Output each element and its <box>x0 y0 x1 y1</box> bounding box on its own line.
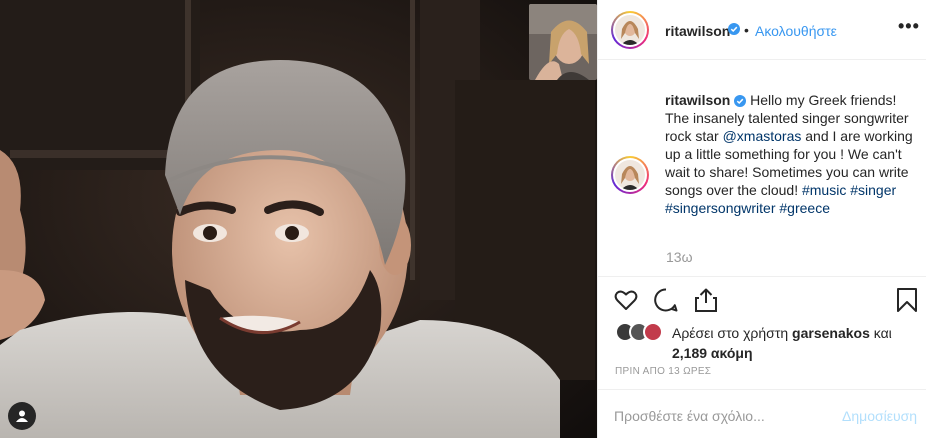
profile-avatar[interactable] <box>611 11 649 49</box>
likes-middle: και <box>869 325 892 341</box>
hashtag-link[interactable]: #greece <box>779 200 830 216</box>
post-date[interactable]: ΠΡΙΝ ΑΠΟ 13 ΩΡΕΣ <box>615 366 711 377</box>
liker-avatar[interactable] <box>643 322 663 342</box>
post-header: ritawilson • Ακολουθήστε ••• <box>598 0 926 60</box>
likes-prefix: Αρέσει στο χρήστη <box>672 325 793 341</box>
caption-username[interactable]: ritawilson <box>665 92 730 108</box>
header-separator: • <box>744 22 749 38</box>
hashtag-link[interactable]: #music <box>802 182 846 198</box>
comment-icon[interactable] <box>653 287 679 313</box>
comment-input[interactable] <box>614 406 834 426</box>
verified-icon <box>734 95 747 107</box>
pip-video-thumbnail <box>529 4 597 80</box>
video-call-photo <box>0 0 597 438</box>
post-side-panel: ritawilson • Ακολουθήστε ••• ritawilson … <box>597 0 926 438</box>
tagged-user-icon <box>16 410 28 422</box>
hashtag-link[interactable]: #singer <box>850 182 896 198</box>
verified-icon <box>728 23 740 35</box>
comment-bar: Δημοσίευση <box>598 389 926 438</box>
liker-username[interactable]: garsenakos <box>792 325 870 341</box>
header-username[interactable]: ritawilson <box>665 23 730 39</box>
likes-count[interactable]: 2,189 ακόμη <box>672 345 753 361</box>
more-options-button[interactable]: ••• <box>898 16 920 37</box>
post-comment-button[interactable]: Δημοσίευση <box>842 408 917 424</box>
caption-text: ritawilson Hello my Greek friends! The i… <box>665 91 915 217</box>
post-media[interactable] <box>0 0 597 438</box>
caption-avatar[interactable] <box>611 156 649 194</box>
share-icon[interactable] <box>693 287 719 313</box>
tagged-user-button[interactable] <box>8 402 36 430</box>
heart-icon[interactable] <box>613 287 639 313</box>
action-bar <box>598 287 926 317</box>
likes-text: Αρέσει στο χρήστη garsenakos και 2,189 ακ… <box>672 323 922 363</box>
follow-button[interactable]: Ακολουθήστε <box>755 23 837 39</box>
likes-summary: Αρέσει στο χρήστη garsenakos και 2,189 ακ… <box>615 322 915 362</box>
caption-section: ritawilson Hello my Greek friends! The i… <box>598 60 926 277</box>
caption-timestamp: 13ω <box>666 249 693 265</box>
hashtag-link[interactable]: #singersongwriter <box>665 200 776 216</box>
bookmark-icon[interactable] <box>894 287 920 313</box>
mention-link[interactable]: @xmastoras <box>723 128 802 144</box>
liker-avatars <box>615 322 667 344</box>
